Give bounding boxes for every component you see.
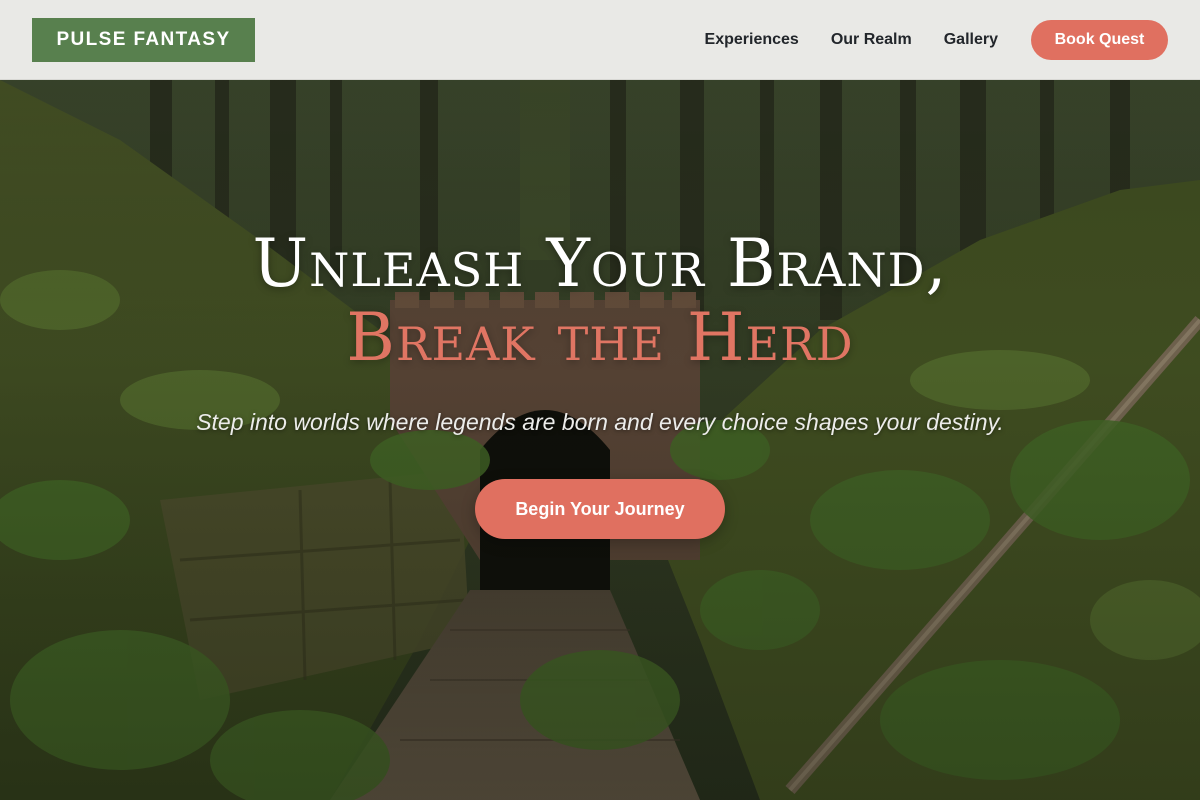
hero-headline: Unleash Your Brand, <box>252 225 948 302</box>
hero-headline-accent: Break the Herd <box>346 299 854 376</box>
main-nav: Experiences Our Realm Gallery Book Quest <box>705 19 1168 60</box>
site-header: PULSE FANTASY Experiences Our Realm Gall… <box>0 0 1200 80</box>
nav-link-experiences[interactable]: Experiences <box>705 31 799 49</box>
nav-link-gallery[interactable]: Gallery <box>944 31 998 49</box>
logo[interactable]: PULSE FANTASY <box>32 17 255 62</box>
hero-content: Unleash Your Brand, Break the Herd Step … <box>0 228 1200 539</box>
hero-tagline: Step into worlds where legends are born … <box>196 409 1004 435</box>
nav-link-our-realm[interactable]: Our Realm <box>831 31 912 49</box>
begin-journey-button[interactable]: Begin Your Journey <box>475 479 725 539</box>
book-quest-button[interactable]: Book Quest <box>1031 19 1168 60</box>
